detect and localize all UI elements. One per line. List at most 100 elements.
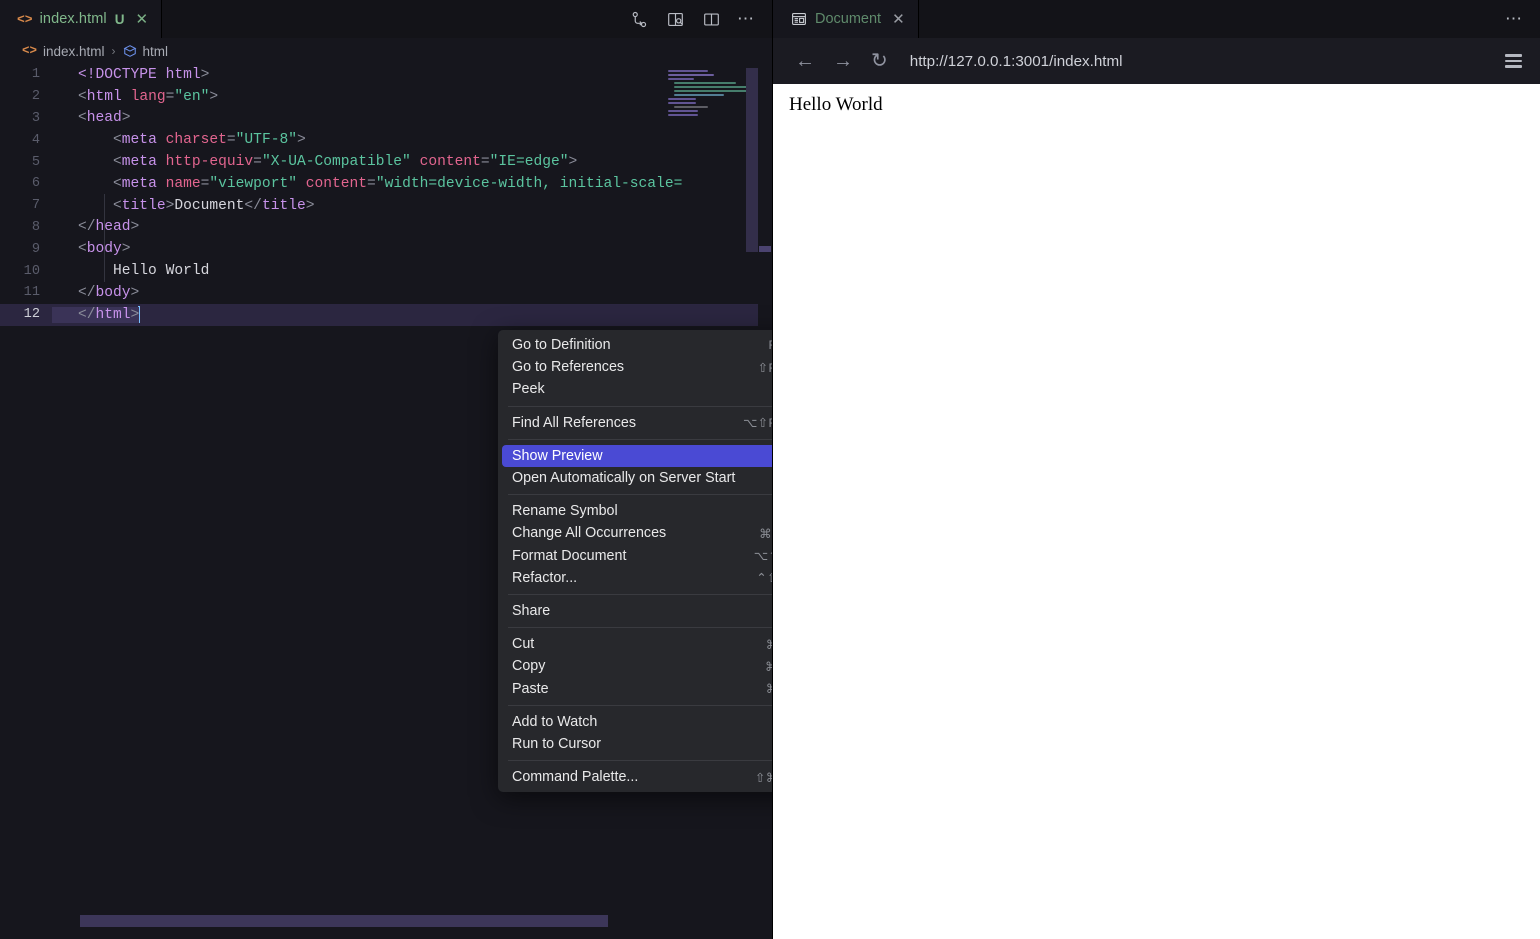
menu-item-label: Refactor...: [512, 570, 756, 586]
code-line-text: <!DOCTYPE html>: [52, 67, 209, 83]
code-line: 12</html>: [0, 304, 772, 326]
editor-context-menu[interactable]: Go to DefinitionF12Go to References⇧F12P…: [498, 330, 772, 792]
code-line: 8</head>: [0, 217, 772, 239]
breadcrumb-item-file[interactable]: <> index.html: [22, 44, 105, 59]
menu-item-add-to-watch[interactable]: Add to Watch: [498, 711, 772, 733]
menu-item-shortcut: ⌘ C: [765, 659, 772, 674]
menu-separator: [508, 627, 772, 628]
menu-item-label: Run to Cursor: [512, 736, 772, 752]
breadcrumb-file-label: index.html: [43, 44, 105, 59]
menu-item-shortcut: ⌥⇧F12: [743, 415, 772, 430]
line-number: 10: [0, 264, 52, 279]
forward-icon[interactable]: →: [833, 51, 853, 71]
menu-separator: [508, 594, 772, 595]
editor-tab-untracked-badge: U: [115, 12, 125, 27]
line-number: 2: [0, 89, 52, 104]
menu-item-label: Cut: [512, 636, 766, 652]
browser-preview-pane: Document ✕ ⋯ ← → ↻ http://127.0.0.1:3001…: [772, 0, 1540, 939]
menu-item-label: Command Palette...: [512, 769, 755, 785]
menu-item-share[interactable]: Share›: [498, 600, 772, 622]
menu-item-label: Find All References: [512, 415, 743, 431]
menu-item-shortcut: ⌘ X: [766, 637, 772, 652]
editor-tab-label: index.html: [40, 11, 107, 27]
close-icon[interactable]: ✕: [892, 10, 905, 28]
html-file-icon: <>: [17, 13, 33, 26]
menu-item-go-to-definition[interactable]: Go to DefinitionF12: [498, 334, 772, 356]
menu-item-show-preview[interactable]: Show Preview: [502, 445, 772, 467]
code-line: 2<html lang="en">: [0, 86, 772, 108]
menu-item-find-all-references[interactable]: Find All References⌥⇧F12: [498, 412, 772, 434]
breadcrumb-item-symbol[interactable]: html: [123, 44, 169, 59]
menu-separator: [508, 494, 772, 495]
menu-item-label: Add to Watch: [512, 714, 772, 730]
code-line-text: </html>: [52, 307, 139, 323]
breadcrumb-symbol-label: html: [143, 44, 169, 59]
menu-item-peek[interactable]: Peek›: [498, 378, 772, 400]
url-input[interactable]: http://127.0.0.1:3001/index.html: [910, 53, 1483, 70]
more-actions-icon[interactable]: ⋯: [1505, 15, 1524, 23]
menu-item-rename-symbol[interactable]: Rename SymbolF2: [498, 500, 772, 522]
menu-item-copy[interactable]: Copy⌘ C: [498, 655, 772, 677]
menu-item-label: Peek: [512, 381, 772, 397]
code-line: 11</body>: [0, 282, 772, 304]
preview-tab-document[interactable]: Document ✕: [773, 0, 919, 38]
menu-item-format-document[interactable]: Format Document⌥⇧ F: [498, 545, 772, 567]
browser-preview-icon: [791, 11, 807, 27]
line-number: 11: [0, 285, 52, 300]
editor-pane: <> index.html U ✕: [0, 0, 772, 939]
menu-item-shortcut: ⌘ F2: [759, 526, 772, 541]
code-line-text: </head>: [52, 219, 139, 235]
menu-item-change-all-occurrences[interactable]: Change All Occurrences⌘ F2: [498, 522, 772, 544]
menu-item-run-to-cursor[interactable]: Run to Cursor: [498, 733, 772, 755]
menu-item-label: Rename Symbol: [512, 503, 772, 519]
editor-tab-bar: <> index.html U ✕: [0, 0, 772, 38]
code-line: 3<head>: [0, 108, 772, 130]
line-number: 6: [0, 176, 52, 191]
horizontal-scrollbar-thumb[interactable]: [80, 915, 608, 927]
reload-icon[interactable]: ↻: [871, 51, 888, 71]
menu-item-label: Paste: [512, 681, 766, 697]
line-number: 12: [0, 307, 52, 322]
preview-tab-bar: Document ✕ ⋯: [773, 0, 1540, 38]
code-line-text: <body>: [52, 241, 131, 257]
line-number: 1: [0, 67, 52, 82]
source-control-icon[interactable]: [629, 9, 649, 29]
menu-item-command-palette[interactable]: Command Palette...⇧⌘ P: [498, 766, 772, 788]
menu-item-paste[interactable]: Paste⌘ V: [498, 677, 772, 699]
menu-separator: [508, 439, 772, 440]
preview-body-text: Hello World: [789, 94, 1524, 116]
hamburger-menu-icon[interactable]: [1501, 50, 1526, 72]
menu-item-open-automatically-on-server-start[interactable]: Open Automatically on Server Start: [498, 467, 772, 489]
code-line-text: <meta name="viewport" content="width=dev…: [52, 176, 682, 192]
line-number: 3: [0, 111, 52, 126]
menu-item-refactor[interactable]: Refactor...⌃⇧ R: [498, 567, 772, 589]
open-preview-icon[interactable]: [665, 9, 685, 29]
menu-separator: [508, 760, 772, 761]
menu-item-shortcut: ⌃⇧ R: [756, 570, 772, 585]
code-line-text: <head>: [52, 110, 131, 126]
menu-separator: [508, 705, 772, 706]
menu-item-cut[interactable]: Cut⌘ X: [498, 633, 772, 655]
menu-item-label: Go to References: [512, 359, 758, 375]
close-icon[interactable]: ✕: [135, 12, 148, 27]
breadcrumb: <> index.html › html: [0, 38, 772, 64]
code-line-text: <title>Document</title>: [52, 198, 315, 214]
code-line: 7 <title>Document</title>: [0, 195, 772, 217]
breadcrumb-separator: ›: [112, 44, 116, 58]
code-line: 4 <meta charset="UTF-8">: [0, 129, 772, 151]
more-actions-icon[interactable]: ⋯: [737, 15, 756, 23]
menu-item-shortcut: F12: [768, 338, 772, 352]
menu-item-go-to-references[interactable]: Go to References⇧F12: [498, 356, 772, 378]
editor-tab-index-html[interactable]: <> index.html U ✕: [0, 0, 162, 38]
code-line-text: </body>: [52, 285, 139, 301]
back-icon[interactable]: ←: [795, 51, 815, 71]
split-editor-icon[interactable]: [701, 9, 721, 29]
horizontal-scrollbar[interactable]: [0, 915, 758, 927]
code-lines: 1<!DOCTYPE html>2<html lang="en">3<head>…: [0, 64, 772, 326]
menu-separator: [508, 406, 772, 407]
line-number: 8: [0, 220, 52, 235]
menu-item-shortcut: ⇧F12: [758, 360, 772, 375]
menu-item-label: Change All Occurrences: [512, 525, 759, 541]
overview-ruler-cursor-mark: [759, 246, 771, 252]
menu-item-shortcut: ⇧⌘ P: [755, 770, 772, 785]
